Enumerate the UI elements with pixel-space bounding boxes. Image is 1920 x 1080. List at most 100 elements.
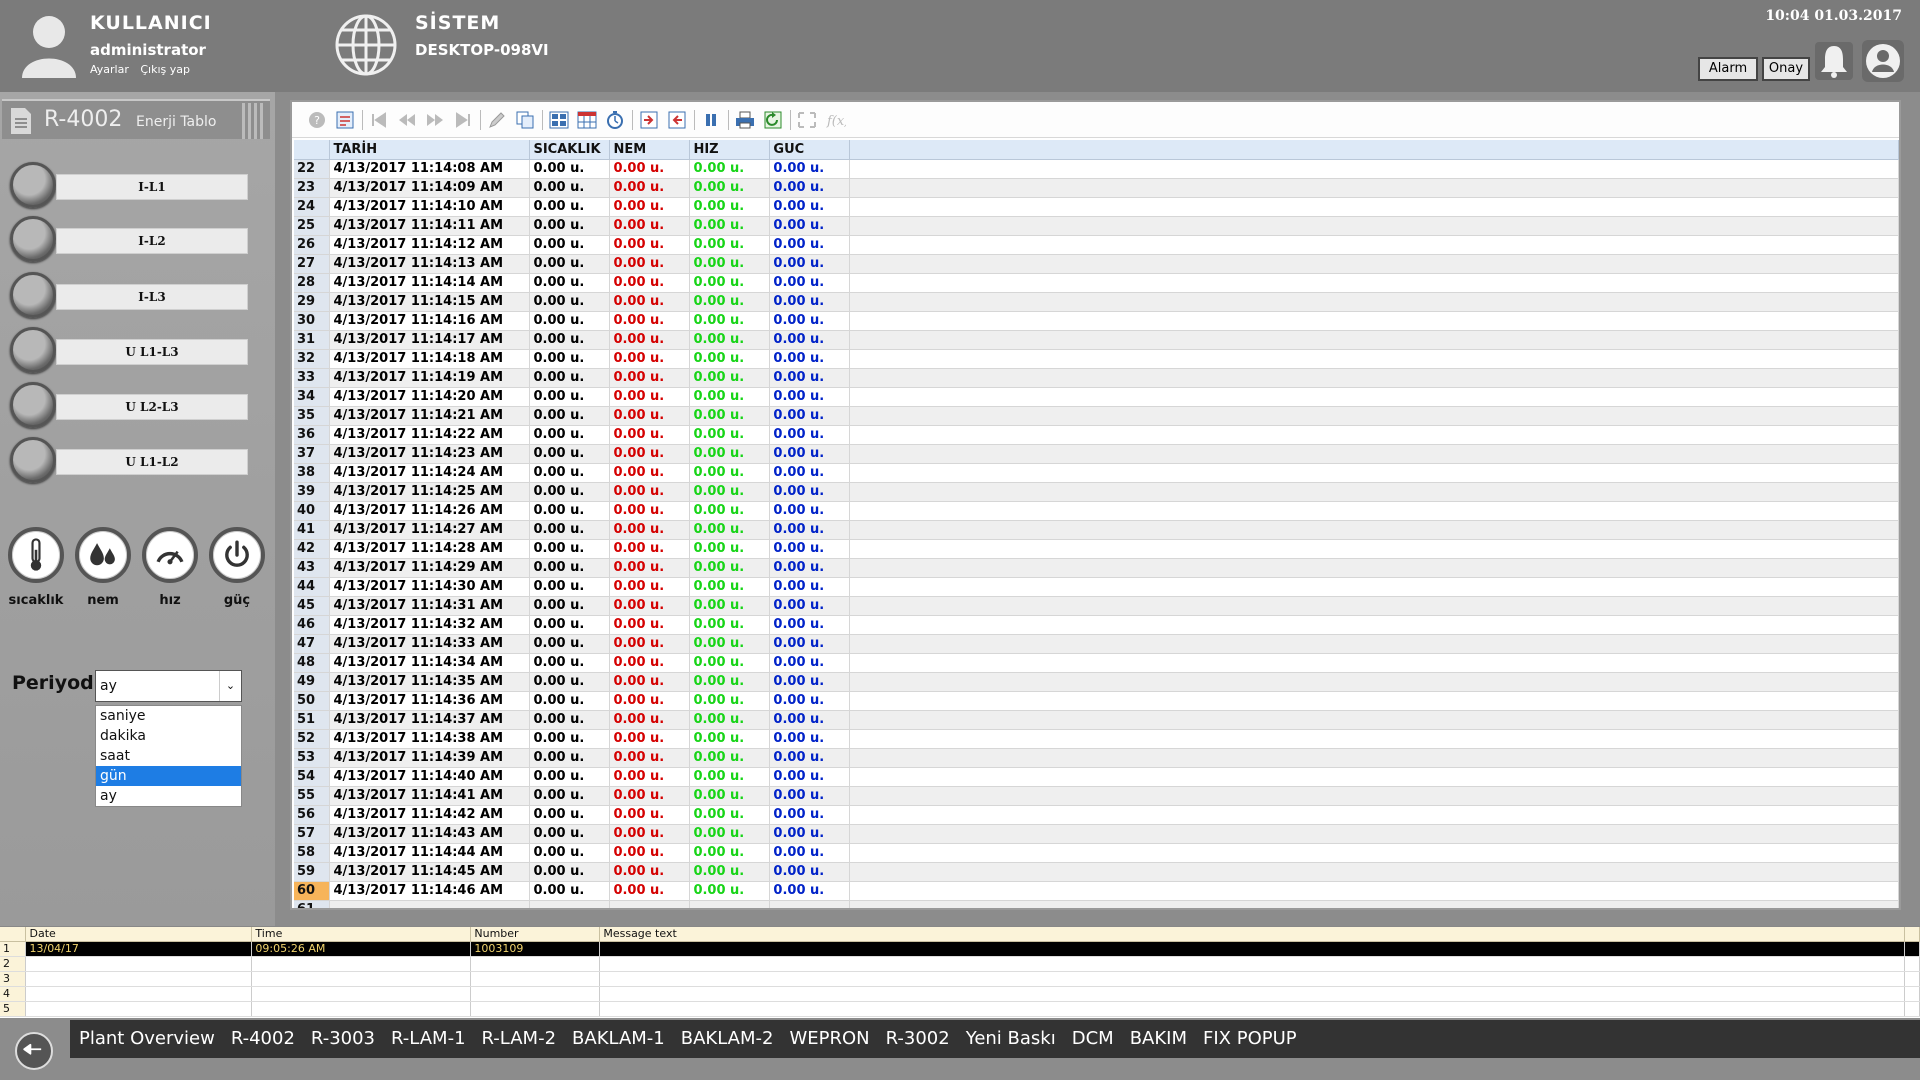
- row-number[interactable]: 39: [294, 482, 331, 502]
- cell-nem[interactable]: 0.00 u.: [609, 216, 691, 236]
- row-number[interactable]: 60: [294, 881, 331, 901]
- cell-nem[interactable]: 0.00 u.: [609, 843, 691, 863]
- column-header-date[interactable]: Date: [25, 927, 253, 942]
- cell-nem[interactable]: 0.00 u.: [609, 767, 691, 787]
- table-row[interactable]: 41 4/13/2017 11:14:27 AM 0.00 u. 0.00 u. 0.0…: [294, 520, 1899, 540]
- measurement-label[interactable]: I-L3: [56, 284, 248, 310]
- row-number[interactable]: 53: [294, 748, 331, 768]
- cell-guc[interactable]: 0.00 u.: [769, 824, 851, 844]
- formula-icon[interactable]: f(x): [824, 110, 846, 130]
- cell-guc[interactable]: 0.00 u.: [769, 615, 851, 635]
- cell-sicaklik[interactable]: 0.00 u.: [529, 710, 611, 730]
- cell-hiz[interactable]: 0.00 u.: [689, 786, 771, 806]
- cell-nem[interactable]: 0.00 u.: [609, 672, 691, 692]
- measurement-row[interactable]: U L1-L3: [10, 325, 250, 375]
- cell-sicaklik[interactable]: 0.00 u.: [529, 178, 611, 198]
- cell-tarih[interactable]: 4/13/2017 11:14:36 AM: [329, 691, 531, 711]
- cell-tarih[interactable]: 4/13/2017 11:14:31 AM: [329, 596, 531, 616]
- cell-hiz[interactable]: 0.00 u.: [689, 729, 771, 749]
- measurement-label[interactable]: U L2-L3: [56, 394, 248, 420]
- cell-nem[interactable]: 0.00 u.: [609, 691, 691, 711]
- cell-hiz[interactable]: 0.00 u.: [689, 805, 771, 825]
- chevron-down-icon[interactable]: ⌄: [219, 671, 241, 701]
- cell-tarih[interactable]: 4/13/2017 11:14:33 AM: [329, 634, 531, 654]
- row-number[interactable]: 48: [294, 653, 331, 673]
- knob-button[interactable]: [10, 327, 56, 373]
- cell-hiz[interactable]: 0.00 u.: [689, 748, 771, 768]
- pause-icon[interactable]: [700, 110, 722, 130]
- row-number[interactable]: 28: [294, 273, 331, 293]
- cell-sicaklik[interactable]: 0.00 u.: [529, 216, 611, 236]
- nav-item[interactable]: DCM: [1063, 1020, 1121, 1058]
- nav-item[interactable]: Plant Overview: [70, 1020, 222, 1058]
- cell-tarih[interactable]: 4/13/2017 11:14:12 AM: [329, 235, 531, 255]
- row-number[interactable]: 49: [294, 672, 331, 692]
- help-icon[interactable]: ?: [306, 110, 328, 130]
- period-option[interactable]: dakika: [96, 726, 241, 746]
- cell-hiz[interactable]: 0.00 u.: [689, 558, 771, 578]
- cell-tarih[interactable]: 4/13/2017 11:14:11 AM: [329, 216, 531, 236]
- cell-guc[interactable]: 0.00 u.: [769, 387, 851, 407]
- cell-tarih[interactable]: 4/13/2017 11:14:46 AM: [329, 881, 531, 901]
- cell-tarih[interactable]: 4/13/2017 11:14:26 AM: [329, 501, 531, 521]
- cell-sicaklik[interactable]: 0.00 u.: [529, 159, 611, 179]
- table-row[interactable]: 36 4/13/2017 11:14:22 AM 0.00 u. 0.00 u. 0.0…: [294, 425, 1899, 445]
- nav-item[interactable]: FIX POPUP: [1194, 1020, 1304, 1058]
- cell-hiz[interactable]: 0.00 u.: [689, 767, 771, 787]
- cell-tarih[interactable]: 4/13/2017 11:14:22 AM: [329, 425, 531, 445]
- row-number[interactable]: 42: [294, 539, 331, 559]
- cell-guc[interactable]: 0.00 u.: [769, 634, 851, 654]
- message-date[interactable]: [25, 956, 253, 972]
- row-number[interactable]: 31: [294, 330, 331, 350]
- cell-sicaklik[interactable]: 0.00 u.: [529, 748, 611, 768]
- message-text[interactable]: [599, 956, 1905, 972]
- cell-hiz[interactable]: 0.00 u.: [689, 463, 771, 483]
- cell-tarih[interactable]: 4/13/2017 11:14:44 AM: [329, 843, 531, 863]
- message-row-number[interactable]: 2: [0, 956, 27, 972]
- cell-sicaklik[interactable]: 0.00 u.: [529, 425, 611, 445]
- message-time[interactable]: [251, 956, 472, 972]
- cell-sicaklik[interactable]: 0.00 u.: [529, 292, 611, 312]
- message-row[interactable]: 5: [0, 1001, 1920, 1017]
- cell-nem[interactable]: 0.00 u.: [609, 273, 691, 293]
- cell-sicaklik[interactable]: 0.00 u.: [529, 843, 611, 863]
- cell-hiz[interactable]: 0.00 u.: [689, 539, 771, 559]
- message-row[interactable]: 4: [0, 986, 1920, 1002]
- row-number[interactable]: 29: [294, 292, 331, 312]
- cell-sicaklik[interactable]: 0.00 u.: [529, 862, 611, 882]
- row-number[interactable]: 54: [294, 767, 331, 787]
- cell-sicaklik[interactable]: 0.00 u.: [529, 197, 611, 217]
- message-text[interactable]: [599, 1001, 1905, 1017]
- cell-sicaklik[interactable]: 0.00 u.: [529, 672, 611, 692]
- row-number[interactable]: 55: [294, 786, 331, 806]
- message-date[interactable]: 13/04/17: [25, 941, 253, 957]
- cell-guc[interactable]: 0.00 u.: [769, 254, 851, 274]
- cell-tarih[interactable]: 4/13/2017 11:14:09 AM: [329, 178, 531, 198]
- cell-guc[interactable]: 0.00 u.: [769, 159, 851, 179]
- cell-hiz[interactable]: 0.00 u.: [689, 444, 771, 464]
- cell-sicaklik[interactable]: 0.00 u.: [529, 691, 611, 711]
- cell-tarih[interactable]: 4/13/2017 11:14:10 AM: [329, 197, 531, 217]
- cell-tarih[interactable]: 4/13/2017 11:14:23 AM: [329, 444, 531, 464]
- row-number[interactable]: 52: [294, 729, 331, 749]
- cell-hiz[interactable]: 0.00 u.: [689, 406, 771, 426]
- cell-tarih[interactable]: 4/13/2017 11:14:41 AM: [329, 786, 531, 806]
- period-option-highlighted[interactable]: gün: [96, 766, 241, 786]
- cell-sicaklik[interactable]: 0.00 u.: [529, 273, 611, 293]
- cell-tarih[interactable]: 4/13/2017 11:14:35 AM: [329, 672, 531, 692]
- nav-item[interactable]: BAKLAM-2: [672, 1020, 781, 1058]
- cell-tarih[interactable]: 4/13/2017 11:14:34 AM: [329, 653, 531, 673]
- knob-button[interactable]: [10, 216, 56, 262]
- cell-hiz[interactable]: 0.00 u.: [689, 349, 771, 369]
- knob-button[interactable]: [10, 437, 56, 483]
- row-number[interactable]: 30: [294, 311, 331, 331]
- cell-sicaklik[interactable]: 0.00 u.: [529, 558, 611, 578]
- cell-nem[interactable]: 0.00 u.: [609, 615, 691, 635]
- cell-nem[interactable]: 0.00 u.: [609, 406, 691, 426]
- table-row[interactable]: 25 4/13/2017 11:14:11 AM 0.00 u. 0.00 u. 0.0…: [294, 216, 1899, 236]
- cell-guc[interactable]: 0.00 u.: [769, 558, 851, 578]
- cell-tarih[interactable]: 4/13/2017 11:14:08 AM: [329, 159, 531, 179]
- cell-guc[interactable]: 0.00 u.: [769, 444, 851, 464]
- cell-nem[interactable]: 0.00 u.: [609, 178, 691, 198]
- nav-item[interactable]: BAKIM: [1121, 1020, 1194, 1058]
